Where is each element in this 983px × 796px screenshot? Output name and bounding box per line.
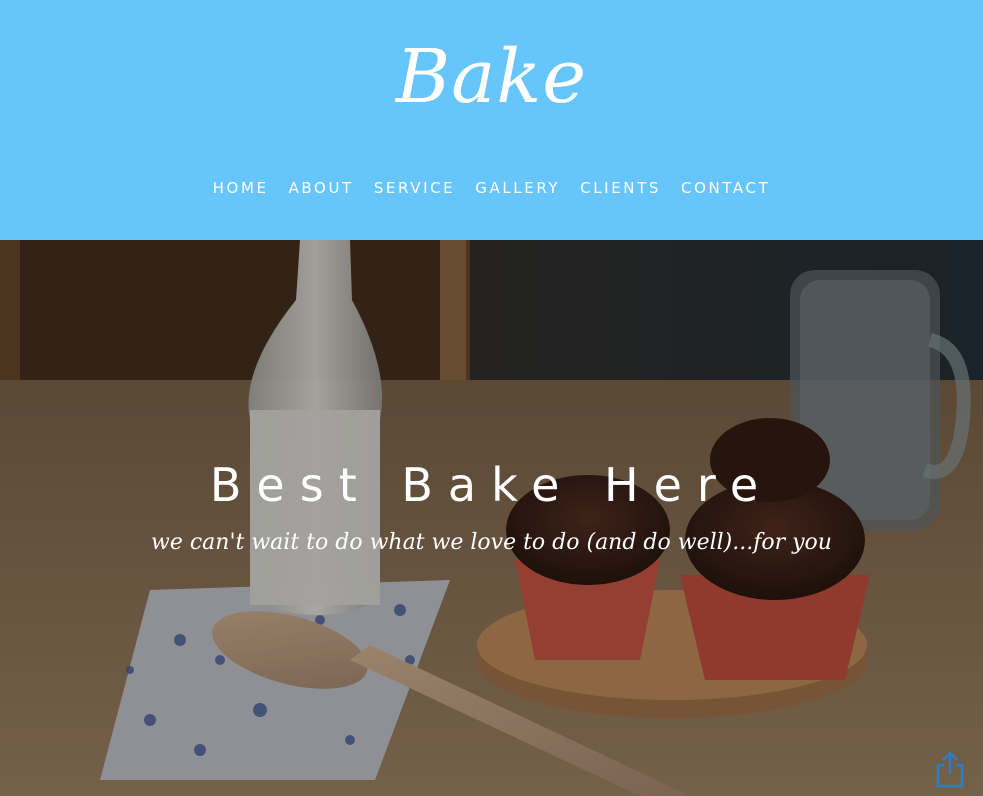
main-nav: HOME ABOUT SERVICE GALLERY CLIENTS CONTA…	[0, 176, 983, 200]
nav-item-about[interactable]: ABOUT	[279, 176, 364, 200]
hero-subtitle: we can't wait to do what we love to do (…	[151, 530, 832, 555]
hero-title: Best Bake Here	[209, 458, 774, 512]
nav-item-clients[interactable]: CLIENTS	[570, 176, 671, 200]
site-logo[interactable]: Bake	[0, 22, 983, 132]
nav-item-gallery[interactable]: GALLERY	[465, 176, 570, 200]
nav-item-home[interactable]: HOME	[203, 176, 279, 200]
page: Bake HOME ABOUT SERVICE GALLERY CLIENTS …	[0, 0, 983, 796]
share-icon[interactable]	[934, 750, 966, 790]
hero-banner: Best Bake Here we can't wait to do what …	[0, 240, 983, 796]
nav-item-contact[interactable]: CONTACT	[671, 176, 780, 200]
hero-background-image	[0, 240, 983, 796]
site-header: Bake HOME ABOUT SERVICE GALLERY CLIENTS …	[0, 0, 983, 240]
nav-item-service[interactable]: SERVICE	[364, 176, 465, 200]
